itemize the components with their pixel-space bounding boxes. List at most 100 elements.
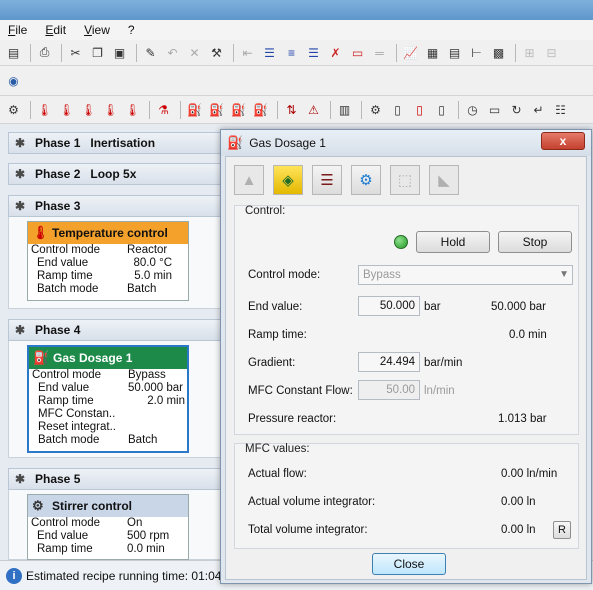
globe-icon[interactable]: ◉ xyxy=(4,71,23,90)
main-toolbar: ▤ ⎙ ✂ ❐ ▣ ✎ ↶ ✕ ⚒ ⇤ ☰ ≡ ☰ ✗ ▭ ═ 📈 ▦ ▤ ⊢ … xyxy=(0,40,593,66)
collapse-icon[interactable]: ✱ xyxy=(15,167,29,181)
collapse-icon[interactable]: ✱ xyxy=(15,472,29,486)
menu-help[interactable]: ? xyxy=(128,23,135,37)
control-mode-label: Control mode: xyxy=(248,269,321,281)
phase-4-header[interactable]: ✱ Phase 4 xyxy=(8,319,223,341)
toolbar-separator xyxy=(396,43,397,62)
close-button[interactable]: Close xyxy=(372,553,446,575)
loop-icon[interactable]: ↻ xyxy=(507,100,526,119)
gradient-unit: bar/min xyxy=(424,357,463,369)
paste-icon[interactable]: ▣ xyxy=(110,43,129,62)
stirrer-control-card[interactable]: ⚙ Stirrer control Control mode On End val… xyxy=(27,494,189,560)
reset-integrator-button[interactable]: R xyxy=(553,521,571,539)
gas-down-icon[interactable]: ⛽ xyxy=(229,100,248,119)
delete-icon[interactable]: ✕ xyxy=(185,43,204,62)
phase-2-header[interactable]: ✱ Phase 2 Loop 5x xyxy=(8,163,223,185)
toolbar-separator xyxy=(61,43,62,62)
toolbar-separator xyxy=(149,100,150,119)
align-top-icon[interactable]: ☰ xyxy=(260,43,279,62)
parameter-list-icon[interactable]: ☰ xyxy=(312,165,342,195)
print-icon[interactable]: ⎙ xyxy=(35,43,54,62)
jump-icon[interactable]: ↵ xyxy=(529,100,548,119)
gas-set-icon[interactable]: ⛽ xyxy=(251,100,270,119)
calibration-icon[interactable]: ◣ xyxy=(429,165,459,195)
clock-icon[interactable]: ◷ xyxy=(463,100,482,119)
tools-icon[interactable]: ⚒ xyxy=(207,43,226,62)
collapse-icon[interactable]: ✱ xyxy=(15,323,29,337)
gradient-input[interactable]: 24.494 xyxy=(358,352,420,372)
tree-view-icon[interactable]: ⊢ xyxy=(467,43,486,62)
disabled-tool-icon[interactable]: ⊞ xyxy=(520,43,539,62)
thermometer-icon[interactable]: 🌡 xyxy=(35,100,54,119)
total-volume-value: 0.00 ln xyxy=(501,524,536,536)
gas-dosage-card[interactable]: ⛽ Gas Dosage 1 Control mode Bypass End va… xyxy=(27,345,189,453)
menu-edit[interactable]: Edit xyxy=(45,23,66,37)
thermometer-down-icon[interactable]: 🌡 xyxy=(101,100,120,119)
end-value-unit: bar xyxy=(424,301,441,313)
menu-file[interactable]: File xyxy=(8,23,27,37)
phase-5-header[interactable]: ✱ Phase 5 xyxy=(8,468,223,490)
meter-icon[interactable]: ▥ xyxy=(335,100,354,119)
pressure-alarm-icon[interactable]: ⚠ xyxy=(304,100,323,119)
phase-title: Inertisation xyxy=(90,136,156,150)
alarm-icon[interactable]: ▲ xyxy=(234,165,264,195)
list-icon[interactable]: ☷ xyxy=(551,100,570,119)
message-icon[interactable]: ▭ xyxy=(485,100,504,119)
graph-view-icon[interactable]: ▦ xyxy=(423,43,442,62)
temperature-control-card[interactable]: 🌡 Temperature control Control mode Reacto… xyxy=(27,221,189,301)
close-icon[interactable]: x xyxy=(541,132,585,150)
insert-icon[interactable]: ⇤ xyxy=(238,43,257,62)
remove-icon[interactable]: ✗ xyxy=(326,43,345,62)
phase-1-header[interactable]: ✱ Phase 1 Inertisation xyxy=(8,132,223,154)
gas-up-icon[interactable]: ⛽ xyxy=(207,100,226,119)
align-bottom-icon[interactable]: ☰ xyxy=(304,43,323,62)
trend-icon[interactable]: ⬚ xyxy=(390,165,420,195)
card-header: ⚙ Stirrer control xyxy=(28,495,188,517)
settings-icon[interactable]: ⚙ xyxy=(351,165,381,195)
thermometer-up-icon[interactable]: 🌡 xyxy=(79,100,98,119)
collapse-icon[interactable]: ✱ xyxy=(15,136,29,150)
phase-title: Loop 5x xyxy=(90,167,137,181)
control-mode-select[interactable]: Bypass ▼ xyxy=(358,265,573,285)
dialog-title: Gas Dosage 1 xyxy=(249,136,326,150)
undo-icon[interactable]: ↶ xyxy=(163,43,182,62)
param-row: Ramp time 5.0 min xyxy=(37,270,172,282)
pressure-icon[interactable]: ⇅ xyxy=(282,100,301,119)
copy-icon[interactable]: ❐ xyxy=(88,43,107,62)
stop-button[interactable]: Stop xyxy=(498,231,572,253)
equal-icon[interactable]: ═ xyxy=(370,43,389,62)
end-value-input[interactable]: 50.000 xyxy=(358,296,420,316)
thermometer-alarm-icon[interactable]: 🌡 xyxy=(57,100,76,119)
dose-set-icon[interactable]: ▯ xyxy=(432,100,451,119)
pressure-reactor-label: Pressure reactor: xyxy=(248,413,337,425)
grid-view-icon[interactable]: ▩ xyxy=(489,43,508,62)
phase-3-header[interactable]: ✱ Phase 3 xyxy=(8,195,223,217)
thermometer-set-icon[interactable]: 🌡 xyxy=(123,100,142,119)
process-icon[interactable]: ⚙ xyxy=(366,100,385,119)
dose-alarm-icon[interactable]: ▯ xyxy=(410,100,429,119)
menu-view[interactable]: View xyxy=(84,23,110,37)
gas-dosage-icon[interactable]: ⛽ xyxy=(185,100,204,119)
new-file-icon[interactable]: ▤ xyxy=(4,43,23,62)
chevron-down-icon: ▼ xyxy=(559,269,569,280)
pipette-icon[interactable]: ⚗ xyxy=(154,100,173,119)
stirrer-icon[interactable]: ⚙ xyxy=(4,100,23,119)
gas-dosage-icon: ⛽ xyxy=(33,350,50,365)
dialog-titlebar: ⛽ Gas Dosage 1 xyxy=(221,130,591,156)
mfc-flow-input[interactable]: 50.00 xyxy=(358,380,420,400)
window-icon[interactable]: ▭ xyxy=(348,43,367,62)
card-header: 🌡 Temperature control xyxy=(28,222,188,244)
info-icon: i xyxy=(6,567,22,584)
control-icon[interactable]: ◈ xyxy=(273,165,303,195)
param-row: Control mode On xyxy=(31,517,143,529)
hold-button[interactable]: Hold xyxy=(416,231,490,253)
dose-icon[interactable]: ▯ xyxy=(388,100,407,119)
phase-label: Phase 4 xyxy=(35,323,81,337)
list-view-icon[interactable]: ▤ xyxy=(445,43,464,62)
collapse-icon[interactable]: ✱ xyxy=(15,199,29,213)
align-middle-icon[interactable]: ≡ xyxy=(282,43,301,62)
chart-icon[interactable]: 📈 xyxy=(401,43,420,62)
edit-icon[interactable]: ✎ xyxy=(141,43,160,62)
disabled-tool-icon[interactable]: ⊟ xyxy=(542,43,561,62)
cut-icon[interactable]: ✂ xyxy=(66,43,85,62)
